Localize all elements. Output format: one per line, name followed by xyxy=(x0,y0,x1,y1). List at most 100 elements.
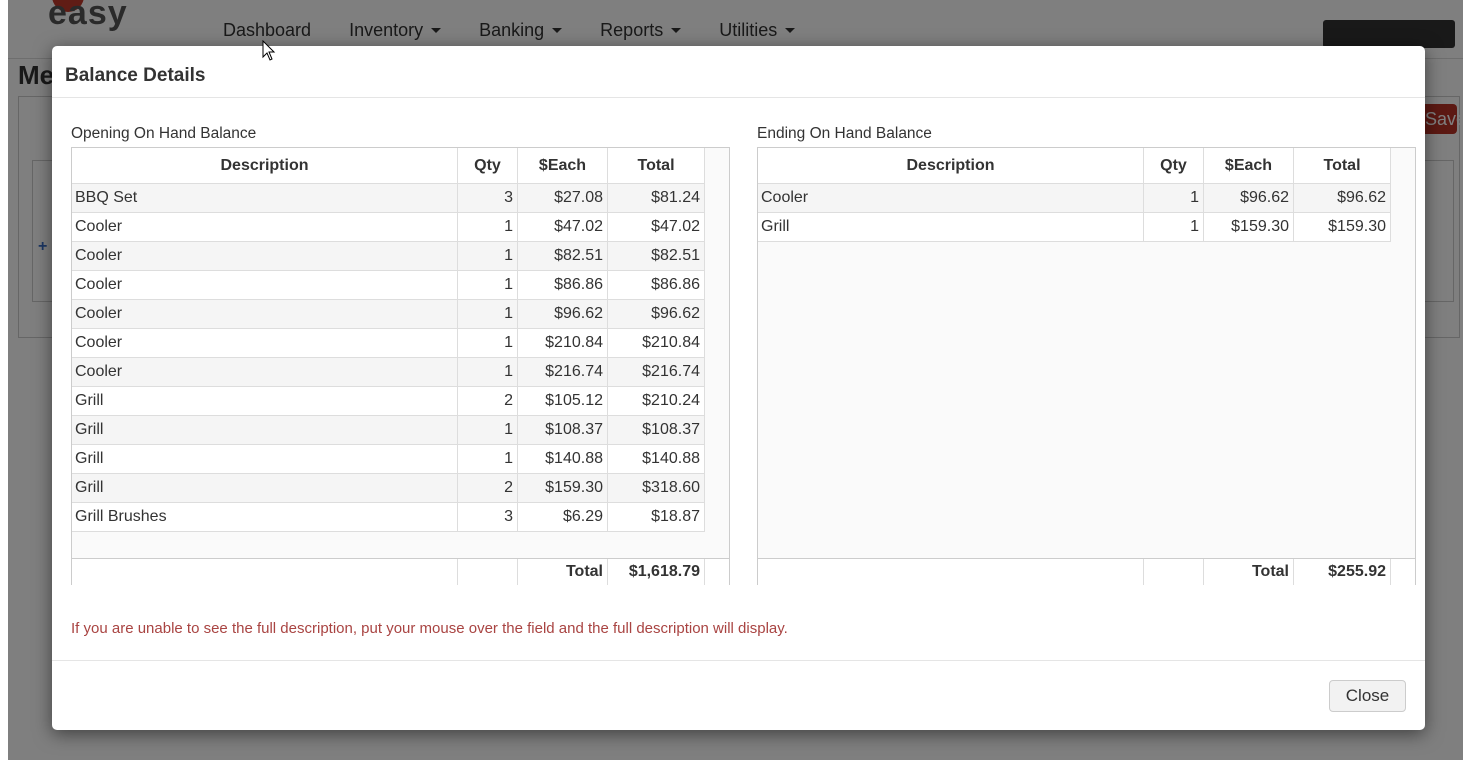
close-button[interactable]: Close xyxy=(1329,680,1406,712)
cell-total: $210.84 xyxy=(608,329,705,358)
grid-header: Description Qty $Each Total xyxy=(758,148,1391,184)
table-row[interactable]: Grill 1 $159.30 $159.30 xyxy=(758,213,1391,242)
column-header-qty[interactable]: Qty xyxy=(458,148,518,183)
table-row[interactable]: Cooler 1 $82.51 $82.51 xyxy=(72,242,705,271)
cell-each: $27.08 xyxy=(518,184,608,213)
cell-total: $82.51 xyxy=(608,242,705,271)
cell-qty: 1 xyxy=(458,416,518,445)
cell-each: $210.84 xyxy=(518,329,608,358)
column-header-total[interactable]: Total xyxy=(608,148,705,183)
opening-total-value: $1,618.79 xyxy=(608,559,705,585)
cell-each: $159.30 xyxy=(518,474,608,503)
opening-balance-label: Opening On Hand Balance xyxy=(71,125,257,142)
cell-each: $105.12 xyxy=(518,387,608,416)
modal-header: Balance Details xyxy=(52,46,1425,98)
cell-total: $81.24 xyxy=(608,184,705,213)
modal-title: Balance Details xyxy=(65,65,206,86)
ending-total-value: $255.92 xyxy=(1294,559,1391,585)
cell-total: $159.30 xyxy=(1294,213,1391,242)
cell-description: Cooler xyxy=(758,184,1144,213)
cell-qty: 1 xyxy=(458,242,518,271)
cell-total: $210.24 xyxy=(608,387,705,416)
table-row[interactable]: Cooler 1 $47.02 $47.02 xyxy=(72,213,705,242)
column-header-each[interactable]: $Each xyxy=(518,148,608,183)
ending-balance-label: Ending On Hand Balance xyxy=(757,125,932,142)
grid-footer: Total $1,618.79 xyxy=(72,558,729,585)
column-header-description[interactable]: Description xyxy=(72,148,458,183)
cell-each: $159.30 xyxy=(1204,213,1294,242)
opening-balance-section: Opening On Hand Balance Description Qty … xyxy=(71,124,730,585)
cell-total: $96.62 xyxy=(1294,184,1391,213)
column-header-total[interactable]: Total xyxy=(1294,148,1391,183)
cell-qty: 1 xyxy=(1144,184,1204,213)
cell-total: $140.88 xyxy=(608,445,705,474)
grid-footer: Total $255.92 xyxy=(758,558,1415,585)
cell-each: $108.37 xyxy=(518,416,608,445)
cell-total: $18.87 xyxy=(608,503,705,532)
table-row[interactable]: Cooler 1 $96.62 $96.62 xyxy=(72,300,705,329)
cell-each: $47.02 xyxy=(518,213,608,242)
column-header-description[interactable]: Description xyxy=(758,148,1144,183)
footer-empty-cell xyxy=(758,559,1144,585)
cell-each: $96.62 xyxy=(1204,184,1294,213)
opening-balance-grid: Description Qty $Each Total BBQ Set 3 $27.… xyxy=(71,147,730,585)
cell-qty: 1 xyxy=(1144,213,1204,242)
cell-description: Grill xyxy=(72,416,458,445)
cell-each: $216.74 xyxy=(518,358,608,387)
ending-balance-grid: Description Qty $Each Total Cooler 1 $96.6… xyxy=(757,147,1416,585)
balance-details-modal: Balance Details Opening On Hand Balance … xyxy=(52,46,1425,730)
cell-each: $96.62 xyxy=(518,300,608,329)
cell-description: Grill xyxy=(758,213,1144,242)
hover-hint-note: If you are unable to see the full descri… xyxy=(71,620,788,637)
cell-description: Cooler xyxy=(72,329,458,358)
ending-balance-section: Ending On Hand Balance Description Qty $… xyxy=(757,124,1416,585)
table-row[interactable]: BBQ Set 3 $27.08 $81.24 xyxy=(72,184,705,213)
cell-total: $86.86 xyxy=(608,271,705,300)
footer-empty-cell xyxy=(458,559,518,585)
cell-total: $318.60 xyxy=(608,474,705,503)
column-header-each[interactable]: $Each xyxy=(1204,148,1294,183)
cell-qty: 1 xyxy=(458,358,518,387)
cell-description: Grill xyxy=(72,474,458,503)
table-row[interactable]: Grill 2 $159.30 $318.60 xyxy=(72,474,705,503)
grid-header: Description Qty $Each Total xyxy=(72,148,705,184)
cell-qty: 1 xyxy=(458,300,518,329)
table-row[interactable]: Grill 2 $105.12 $210.24 xyxy=(72,387,705,416)
cell-qty: 1 xyxy=(458,329,518,358)
cell-qty: 1 xyxy=(458,213,518,242)
cell-each: $140.88 xyxy=(518,445,608,474)
cell-qty: 2 xyxy=(458,474,518,503)
table-row[interactable]: Grill 1 $108.37 $108.37 xyxy=(72,416,705,445)
cell-qty: 1 xyxy=(458,445,518,474)
footer-total-label: Total xyxy=(518,559,608,585)
column-header-qty[interactable]: Qty xyxy=(1144,148,1204,183)
cell-description: BBQ Set xyxy=(72,184,458,213)
cell-total: $96.62 xyxy=(608,300,705,329)
cell-qty: 1 xyxy=(458,271,518,300)
cell-qty: 3 xyxy=(458,503,518,532)
cell-each: $86.86 xyxy=(518,271,608,300)
table-row[interactable]: Cooler 1 $210.84 $210.84 xyxy=(72,329,705,358)
modal-footer: Close xyxy=(52,660,1425,731)
cell-each: $82.51 xyxy=(518,242,608,271)
table-row[interactable]: Cooler 1 $86.86 $86.86 xyxy=(72,271,705,300)
footer-empty-cell xyxy=(72,559,458,585)
table-row[interactable]: Grill 1 $140.88 $140.88 xyxy=(72,445,705,474)
cell-qty: 3 xyxy=(458,184,518,213)
cell-qty: 2 xyxy=(458,387,518,416)
cell-total: $216.74 xyxy=(608,358,705,387)
grid-body: BBQ Set 3 $27.08 $81.24 Cooler 1 $47.02 $47.02… xyxy=(72,184,705,532)
cell-each: $6.29 xyxy=(518,503,608,532)
cell-description: Cooler xyxy=(72,242,458,271)
table-row[interactable]: Grill Brushes 3 $6.29 $18.87 xyxy=(72,503,705,532)
table-row[interactable]: Cooler 1 $96.62 $96.62 xyxy=(758,184,1391,213)
cell-description: Cooler xyxy=(72,300,458,329)
cell-total: $47.02 xyxy=(608,213,705,242)
cell-description: Cooler xyxy=(72,213,458,242)
mouse-cursor-icon xyxy=(262,40,276,61)
cell-total: $108.37 xyxy=(608,416,705,445)
table-row[interactable]: Cooler 1 $216.74 $216.74 xyxy=(72,358,705,387)
cell-description: Grill xyxy=(72,445,458,474)
grid-body: Cooler 1 $96.62 $96.62 Grill 1 $159.30 $159.30 xyxy=(758,184,1391,242)
cell-description: Grill Brushes xyxy=(72,503,458,532)
